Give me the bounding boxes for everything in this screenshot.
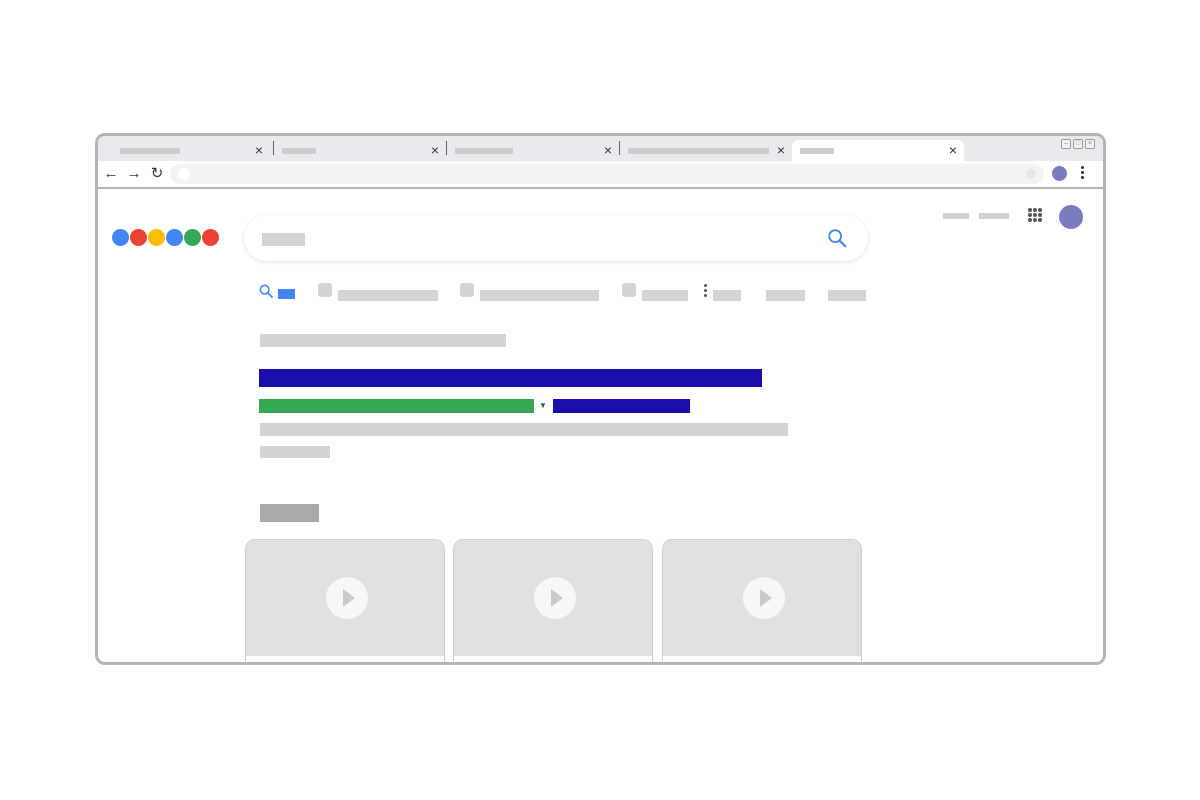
more-vert-icon <box>704 284 708 300</box>
videos-section-heading <box>260 504 319 522</box>
tab-close-icon[interactable]: × <box>428 140 442 161</box>
browser-profile-avatar[interactable] <box>1052 166 1067 181</box>
browser-menu-icon[interactable] <box>1081 166 1085 182</box>
tab-more[interactable] <box>704 283 746 303</box>
tab-tools[interactable] <box>828 283 868 303</box>
header-actions <box>943 205 1083 235</box>
browser-tab[interactable]: × <box>620 140 792 161</box>
browser-tab[interactable]: × <box>98 140 270 161</box>
tab-strip: × × × × × – □ × <box>98 136 1103 161</box>
header-link[interactable] <box>943 213 969 219</box>
tab-label <box>642 290 688 301</box>
account-avatar[interactable] <box>1059 205 1083 229</box>
video-thumbnail[interactable] <box>663 540 861 656</box>
search-icon <box>259 284 273 298</box>
search-logo[interactable] <box>112 229 219 246</box>
header-link[interactable] <box>979 213 1009 219</box>
tab-images[interactable] <box>318 283 444 303</box>
tab-close-icon[interactable]: × <box>774 140 788 161</box>
tab-label <box>338 290 438 301</box>
logo-dot <box>202 229 219 246</box>
address-bar[interactable] <box>170 164 1044 184</box>
logo-dot <box>130 229 147 246</box>
play-icon[interactable] <box>743 577 785 619</box>
tab-settings[interactable] <box>766 283 806 303</box>
tab-icon <box>318 283 332 297</box>
reload-icon[interactable]: ↻ <box>148 165 166 183</box>
tab-close-icon[interactable]: × <box>252 140 266 161</box>
tab-icon <box>460 283 474 297</box>
logo-dot <box>166 229 183 246</box>
search-results-page: ▼ <box>98 191 1103 662</box>
tab-label <box>713 290 741 301</box>
tab-label <box>480 290 599 301</box>
video-card[interactable] <box>453 539 653 662</box>
search-query-text <box>262 233 305 246</box>
result-breadcrumb-link[interactable] <box>553 399 690 413</box>
restore-icon[interactable]: □ <box>1073 139 1083 149</box>
browser-tab[interactable]: × <box>274 140 446 161</box>
video-card[interactable] <box>245 539 445 662</box>
tab-videos[interactable] <box>460 283 606 303</box>
tab-title <box>120 148 180 154</box>
forward-arrow-icon[interactable]: → <box>125 165 143 183</box>
logo-dot <box>112 229 129 246</box>
tab-all[interactable] <box>258 283 298 303</box>
tab-close-icon[interactable]: × <box>601 140 615 161</box>
tab-icon <box>622 283 636 297</box>
site-info-icon[interactable] <box>178 168 190 180</box>
bookmark-star-icon[interactable] <box>1026 169 1036 179</box>
result-snippet <box>260 423 788 436</box>
browser-window: × × × × × – □ × ← → ↻ ▼ <box>95 133 1106 665</box>
apps-grid-icon[interactable] <box>1028 208 1042 222</box>
result-snippet <box>260 446 330 458</box>
play-icon[interactable] <box>534 577 576 619</box>
browser-toolbar: ← → ↻ <box>98 161 1103 189</box>
search-input[interactable] <box>244 215 868 261</box>
play-icon[interactable] <box>326 577 368 619</box>
browser-tab-active[interactable]: × <box>792 140 964 161</box>
tab-title <box>800 148 834 154</box>
video-card[interactable] <box>662 539 862 662</box>
tab-title <box>455 148 513 154</box>
tab-news[interactable] <box>622 283 694 303</box>
logo-dot <box>148 229 165 246</box>
tab-close-icon[interactable]: × <box>946 140 960 161</box>
result-title-link[interactable] <box>259 369 762 387</box>
back-arrow-icon[interactable]: ← <box>102 165 120 183</box>
minimize-icon[interactable]: – <box>1061 139 1071 149</box>
video-thumbnail[interactable] <box>454 540 652 656</box>
tab-label <box>278 289 295 299</box>
dropdown-caret-icon[interactable]: ▼ <box>539 401 547 411</box>
window-controls: – □ × <box>1061 139 1095 153</box>
result-url[interactable] <box>259 399 534 413</box>
tab-title <box>282 148 316 154</box>
result-stats <box>260 334 506 347</box>
browser-tab[interactable]: × <box>447 140 619 161</box>
tab-label <box>766 290 805 301</box>
logo-dot <box>184 229 201 246</box>
close-window-icon[interactable]: × <box>1085 139 1095 149</box>
search-icon[interactable] <box>826 227 848 249</box>
results-tabs <box>258 283 878 303</box>
tab-title <box>628 148 769 154</box>
video-thumbnail[interactable] <box>246 540 444 656</box>
tab-label <box>828 290 866 301</box>
